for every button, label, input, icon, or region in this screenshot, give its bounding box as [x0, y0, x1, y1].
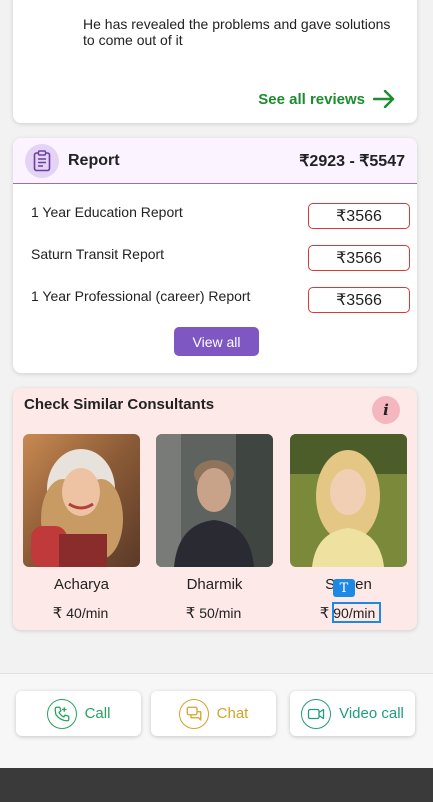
- review-text: He has revealed the problems and gave so…: [83, 16, 391, 48]
- phone-icon: [46, 698, 77, 729]
- system-navigation-bar: [0, 768, 433, 802]
- call-label: Call: [84, 705, 111, 722]
- bottom-action-bar: Call Chat Video call: [0, 673, 433, 768]
- see-all-reviews-label: See all reviews: [258, 90, 365, 108]
- consultant-rate-value: 50/min: [199, 605, 242, 621]
- similar-consultants-card: Check Similar Consultants i Acharya ₹ 40…: [13, 388, 417, 630]
- report-card: Report ₹2923 - ₹5547 1 Year Education Re…: [13, 138, 417, 373]
- consultant-photo: [23, 434, 140, 567]
- video-call-label: Video call: [339, 705, 404, 722]
- see-all-reviews-link[interactable]: See all reviews: [258, 90, 395, 108]
- call-button[interactable]: Call: [16, 691, 141, 736]
- report-title: Report: [68, 151, 120, 169]
- info-icon[interactable]: i: [372, 396, 400, 424]
- video-camera-icon: [301, 698, 332, 729]
- review-card: He has revealed the problems and gave so…: [13, 0, 417, 123]
- report-price-chip[interactable]: ₹3566: [308, 203, 410, 229]
- report-header: Report ₹2923 - ₹5547: [13, 138, 417, 184]
- consultant-rate-value: 40/min: [66, 605, 109, 621]
- arrow-right-icon: [373, 90, 395, 108]
- chat-label: Chat: [216, 705, 249, 722]
- view-all-reports-button[interactable]: View all: [174, 327, 259, 356]
- chat-icon: [178, 698, 209, 729]
- report-price-chip[interactable]: ₹3566: [308, 245, 410, 271]
- report-item-name: 1 Year Professional (career) Report: [31, 288, 251, 304]
- clipboard-icon: [25, 143, 59, 178]
- consultant-rate: ₹ 40/min: [23, 604, 140, 622]
- text-tool-badge: T: [333, 579, 355, 597]
- report-item[interactable]: 1 Year Professional (career) Report ₹356…: [31, 287, 410, 313]
- chat-button[interactable]: Chat: [151, 691, 276, 736]
- consultant-card-acharya[interactable]: Acharya ₹ 40/min: [23, 434, 140, 622]
- consultant-name: Acharya: [53, 576, 110, 593]
- consultant-photo: [156, 434, 273, 567]
- rupee-icon: ₹: [52, 605, 63, 622]
- report-price-chip[interactable]: ₹3566: [308, 287, 410, 313]
- consultant-name: Dharmik: [186, 576, 243, 593]
- report-item-name: 1 Year Education Report: [31, 204, 183, 220]
- rupee-icon: ₹: [185, 605, 196, 622]
- rupee-icon: ₹: [319, 605, 330, 622]
- report-item-name: Saturn Transit Report: [31, 246, 165, 262]
- report-item[interactable]: Saturn Transit Report ₹3566: [31, 245, 410, 271]
- consultant-rate: ₹ 50/min: [156, 604, 273, 622]
- report-item[interactable]: 1 Year Education Report ₹3566: [31, 203, 410, 229]
- consultant-photo: [290, 434, 407, 567]
- report-price-range: ₹2923 - ₹5547: [299, 152, 405, 170]
- selection-outline: [332, 602, 381, 623]
- video-call-button[interactable]: Video call: [290, 691, 415, 736]
- consultant-card-dharmik[interactable]: Dharmik ₹ 50/min: [156, 434, 273, 622]
- similar-consultants-title: Check Similar Consultants: [24, 396, 215, 413]
